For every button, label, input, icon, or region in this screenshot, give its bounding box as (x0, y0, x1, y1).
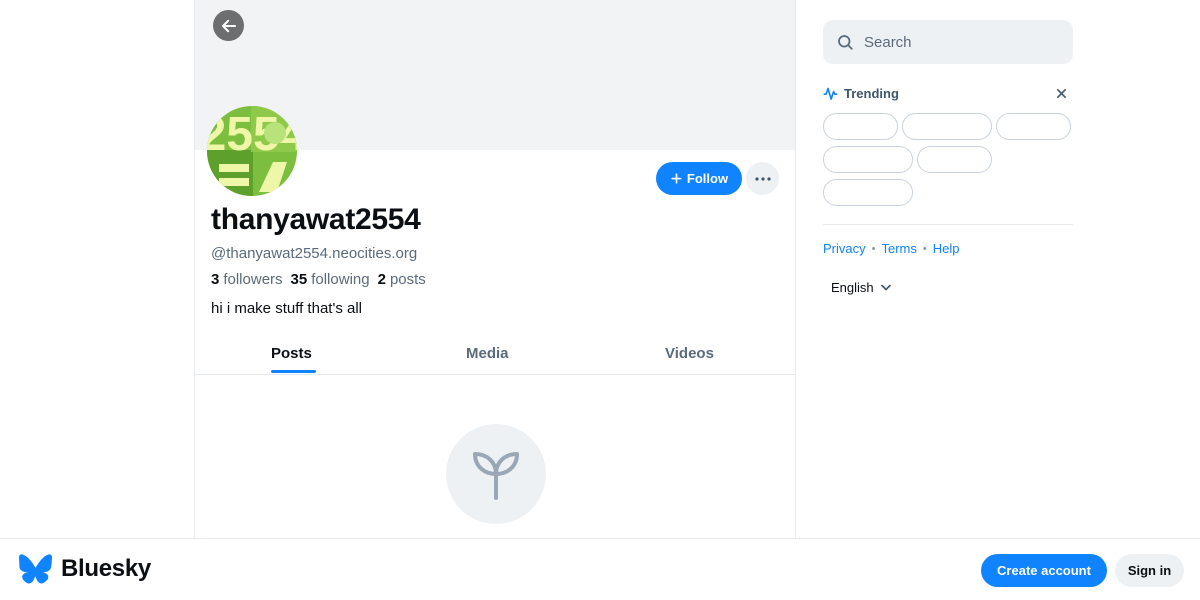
plus-icon (671, 173, 682, 184)
footer-links: Privacy • Terms • Help (823, 241, 959, 256)
trending-pill[interactable] (996, 113, 1071, 140)
following-count: 35 (290, 271, 308, 288)
avatar-image: 2554 (207, 106, 297, 196)
trending-pill[interactable] (823, 113, 898, 140)
profile-column: 2554 Follow thanyawat2554 @thanyawat2554… (194, 0, 796, 538)
butterfly-logo-icon (19, 554, 52, 584)
profile-handle: @thanyawat2554.neocities.org (211, 245, 418, 262)
chevron-down-icon (880, 284, 891, 291)
tab-media[interactable]: Media (466, 332, 509, 374)
display-name: thanyawat2554 (211, 203, 421, 236)
tab-videos[interactable]: Videos (665, 332, 714, 374)
brand-logo[interactable]: Bluesky (19, 554, 151, 584)
posts-stat: 2 posts (378, 271, 426, 288)
empty-feed-illustration (446, 424, 546, 524)
close-icon (1056, 88, 1066, 98)
trending-pill[interactable] (917, 146, 992, 173)
trending-header: Trending (823, 84, 1073, 102)
sidebar-divider (823, 224, 1073, 225)
trending-pill[interactable] (823, 146, 913, 173)
trending-title: Trending (844, 85, 899, 101)
profile-stats: 3 followers 35 following 2 posts (211, 271, 426, 288)
avatar[interactable]: 2554 (207, 106, 297, 196)
search-input[interactable] (864, 33, 1044, 51)
following-stat[interactable]: 35 following (291, 271, 370, 288)
trending-pill[interactable] (823, 179, 913, 206)
followers-count: 3 (211, 271, 220, 288)
arrow-left-icon (221, 19, 236, 32)
active-tab-indicator (271, 370, 316, 373)
sign-in-button[interactable]: Sign in (1115, 554, 1184, 587)
sprout-icon (473, 452, 519, 500)
more-options-button[interactable] (746, 162, 779, 195)
terms-link[interactable]: Terms (881, 241, 916, 256)
follow-label: Follow (686, 171, 729, 186)
tab-posts[interactable]: Posts (271, 332, 312, 374)
following-label: following (311, 271, 370, 288)
followers-label: followers (223, 271, 283, 288)
language-label: English (831, 280, 874, 295)
help-link[interactable]: Help (933, 241, 960, 256)
brand-name: Bluesky (61, 555, 151, 582)
posts-label: posts (389, 271, 426, 288)
close-trending-button[interactable] (1053, 85, 1069, 101)
profile-bio: hi i make stuff that's all (211, 300, 362, 317)
followers-stat[interactable]: 3 followers (211, 271, 283, 288)
create-account-button[interactable]: Create account (981, 554, 1107, 587)
follow-button[interactable]: Follow (656, 162, 742, 195)
language-select[interactable]: English (831, 280, 891, 295)
search-icon (838, 35, 853, 50)
ellipsis-icon (754, 176, 771, 181)
search-box[interactable] (823, 20, 1073, 64)
trending-pill[interactable] (902, 113, 992, 140)
bottom-bar: Bluesky Create account Sign in (0, 538, 1200, 600)
privacy-link[interactable]: Privacy (823, 241, 866, 256)
back-button[interactable] (213, 10, 244, 41)
separator-dot: • (922, 242, 927, 255)
posts-count: 2 (377, 271, 386, 288)
profile-tabs: Posts Media Videos (195, 332, 795, 375)
trending-icon (823, 87, 838, 100)
separator-dot: • (871, 242, 876, 255)
